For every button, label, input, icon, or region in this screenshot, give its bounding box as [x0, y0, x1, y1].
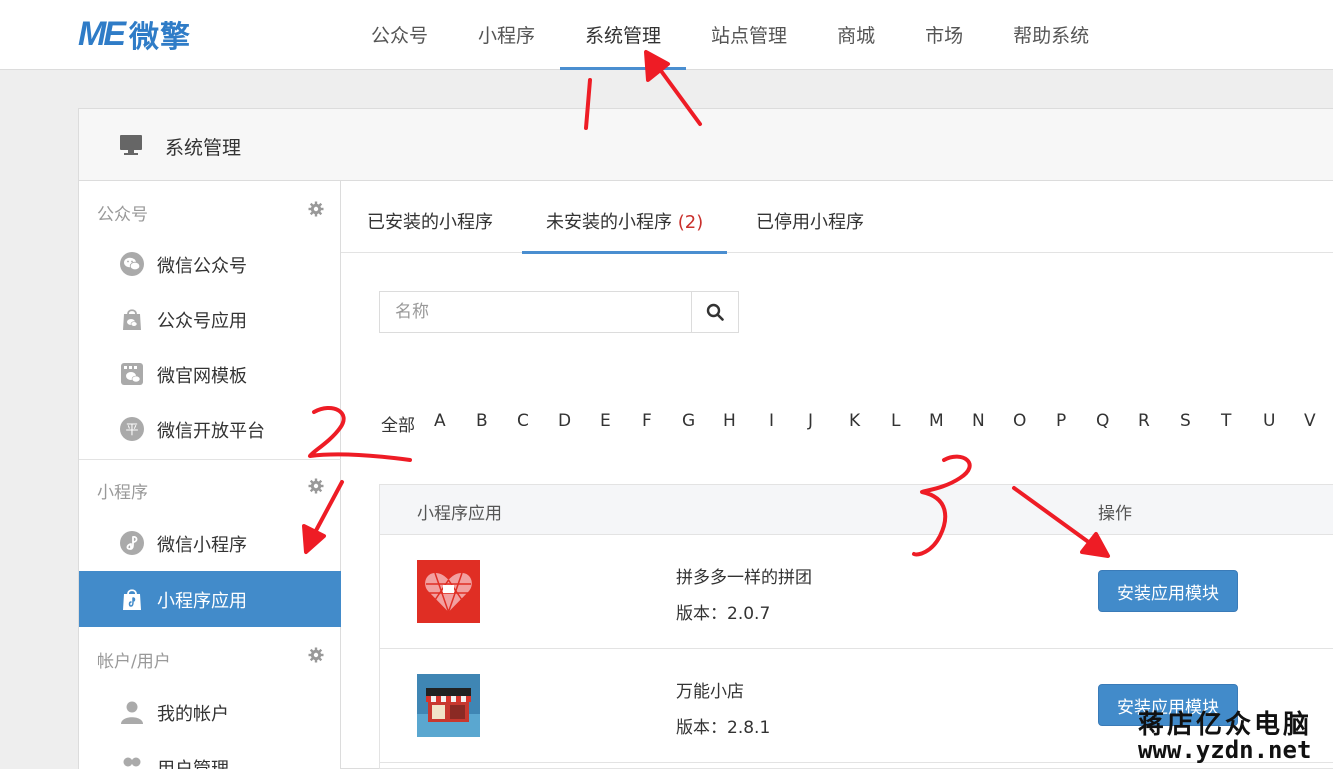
- topnav-item-official-account[interactable]: 公众号: [346, 0, 453, 70]
- letter-filter-o[interactable]: O: [1013, 411, 1026, 431]
- letter-filter-r[interactable]: R: [1138, 411, 1150, 431]
- sidebar-item-mini-program-apps[interactable]: 小程序应用: [79, 571, 341, 627]
- sidebar-group-title-official-account: 公众号: [97, 205, 148, 225]
- sidebar-item-label: 小程序应用: [157, 591, 247, 612]
- letter-filter-u[interactable]: U: [1263, 411, 1275, 431]
- column-header-action: 操作: [1098, 504, 1132, 524]
- topnav-item-market[interactable]: 市场: [900, 0, 988, 70]
- topnav-item-site-management[interactable]: 站点管理: [686, 0, 812, 70]
- letter-filter-h[interactable]: H: [723, 411, 736, 431]
- open-platform-icon: 平: [120, 417, 144, 441]
- letter-filter-t[interactable]: T: [1221, 411, 1231, 431]
- wechat-icon: [120, 252, 144, 276]
- sidebar-item-user-management[interactable]: 用户管理: [79, 740, 341, 769]
- template-icon: [121, 363, 143, 385]
- mini-program-app-icon: [123, 589, 141, 610]
- letter-filter-l[interactable]: L: [891, 411, 900, 431]
- sidebar-item-label: 微信小程序: [157, 535, 247, 556]
- table-header: 小程序应用 操作: [380, 485, 1333, 535]
- topnav-item-help[interactable]: 帮助系统: [988, 0, 1114, 70]
- sidebar-group-title-accounts-users: 帐户/用户: [97, 652, 171, 672]
- app-thumbnail-store: [417, 674, 480, 737]
- sidebar-item-official-account-apps[interactable]: 公众号应用: [79, 292, 341, 346]
- tab-installed[interactable]: 已安装的小程序: [343, 181, 517, 253]
- monitor-icon: [120, 135, 142, 155]
- install-module-button[interactable]: 安装应用模块: [1098, 570, 1238, 612]
- app-version: 版本：2.0.7: [676, 604, 771, 624]
- sidebar-item-label: 微信公众号: [157, 256, 247, 277]
- letter-filter-n[interactable]: N: [972, 411, 985, 431]
- letter-filter-c[interactable]: C: [517, 411, 529, 431]
- letter-filter-f[interactable]: F: [642, 411, 652, 431]
- letter-filter-e[interactable]: E: [600, 411, 611, 431]
- user-icon: [121, 701, 143, 724]
- letter-filter: 全部 A B C D E F G H I J K L M N O P Q R S…: [381, 411, 1331, 437]
- shopping-bag-icon: [123, 309, 141, 330]
- tab-uninstalled[interactable]: 未安装的小程序 (2): [522, 181, 728, 254]
- search-input[interactable]: [380, 292, 692, 332]
- app-name: 万能小店: [676, 682, 744, 702]
- sidebar-item-label: 我的帐户: [157, 704, 229, 725]
- sidebar-item-wechat-open-platform[interactable]: 平 微信开放平台: [79, 402, 341, 456]
- top-navbar: ME 微擎 公众号 小程序 系统管理 站点管理 商城 市场 帮助系统: [0, 0, 1333, 70]
- letter-filter-a[interactable]: A: [434, 411, 446, 431]
- sidebar-group-title-mini-program: 小程序: [97, 483, 148, 503]
- sidebar-item-wechat-official-account[interactable]: 微信公众号: [79, 237, 341, 291]
- tab-bar: 已安装的小程序 未安装的小程序 (2) 已停用小程序: [341, 181, 1333, 254]
- tab-label: 未安装的小程序: [546, 212, 672, 233]
- panel-header: 系统管理: [79, 109, 1333, 181]
- sidebar-item-label: 微官网模板: [157, 366, 247, 387]
- gear-icon[interactable]: [308, 478, 324, 494]
- tab-disabled[interactable]: 已停用小程序: [732, 181, 888, 253]
- topnav-item-mall[interactable]: 商城: [812, 0, 900, 70]
- letter-filter-b[interactable]: B: [476, 411, 488, 431]
- mini-program-icon: [120, 531, 144, 555]
- topnav-item-mini-program[interactable]: 小程序: [453, 0, 560, 70]
- column-header-app: 小程序应用: [417, 504, 502, 524]
- logo-text: 微擎: [129, 20, 191, 55]
- watermark-url: www.yzdn.net: [1138, 736, 1312, 764]
- table-row: 拼多多一样的拼团 版本：2.0.7 安装应用模块: [380, 535, 1333, 649]
- letter-filter-s[interactable]: S: [1180, 411, 1191, 431]
- top-nav: 公众号 小程序 系统管理 站点管理 商城 市场 帮助系统: [346, 0, 1114, 70]
- letter-filter-g[interactable]: G: [682, 411, 695, 431]
- letter-filter-all[interactable]: 全部: [381, 411, 415, 436]
- letter-filter-k[interactable]: K: [849, 411, 860, 431]
- gear-icon[interactable]: [308, 201, 324, 217]
- search-box: [379, 291, 739, 333]
- search-button[interactable]: [691, 292, 738, 332]
- sidebar-item-wechat-mini-program[interactable]: 微信小程序: [79, 516, 341, 570]
- letter-filter-m[interactable]: M: [929, 411, 944, 431]
- topnav-item-system-management[interactable]: 系统管理: [560, 0, 687, 70]
- sidebar-divider: [79, 459, 341, 460]
- letter-filter-v[interactable]: V: [1304, 411, 1316, 431]
- app-name: 拼多多一样的拼团: [676, 568, 812, 588]
- search-icon: [706, 303, 724, 321]
- letter-filter-i[interactable]: I: [769, 411, 774, 431]
- sidebar-item-label: 用户管理: [157, 755, 229, 769]
- logo-mark: ME: [78, 14, 126, 53]
- panel-title: 系统管理: [165, 137, 242, 159]
- logo[interactable]: ME 微擎: [78, 14, 191, 56]
- letter-filter-d[interactable]: D: [558, 411, 571, 431]
- sidebar-item-my-account[interactable]: 我的帐户: [79, 685, 341, 739]
- letter-filter-q[interactable]: Q: [1096, 411, 1109, 431]
- sidebar-item-label: 公众号应用: [157, 311, 247, 332]
- uninstalled-count-badge: (2): [677, 212, 704, 233]
- sidebar: 公众号 微信公众号 公众号应用 微官网模板 平 微信开放平台 小程序 微信小程序…: [79, 181, 341, 769]
- sidebar-item-label: 微信开放平台: [157, 421, 265, 442]
- letter-filter-j[interactable]: J: [808, 411, 813, 431]
- users-icon: [123, 757, 141, 767]
- app-thumbnail-pinduoduo: [417, 560, 480, 623]
- sidebar-item-micro-site-templates[interactable]: 微官网模板: [79, 347, 341, 401]
- letter-filter-p[interactable]: P: [1056, 411, 1066, 431]
- app-version: 版本：2.8.1: [676, 718, 771, 738]
- gear-icon[interactable]: [308, 647, 324, 663]
- svg-text:平: 平: [125, 423, 138, 438]
